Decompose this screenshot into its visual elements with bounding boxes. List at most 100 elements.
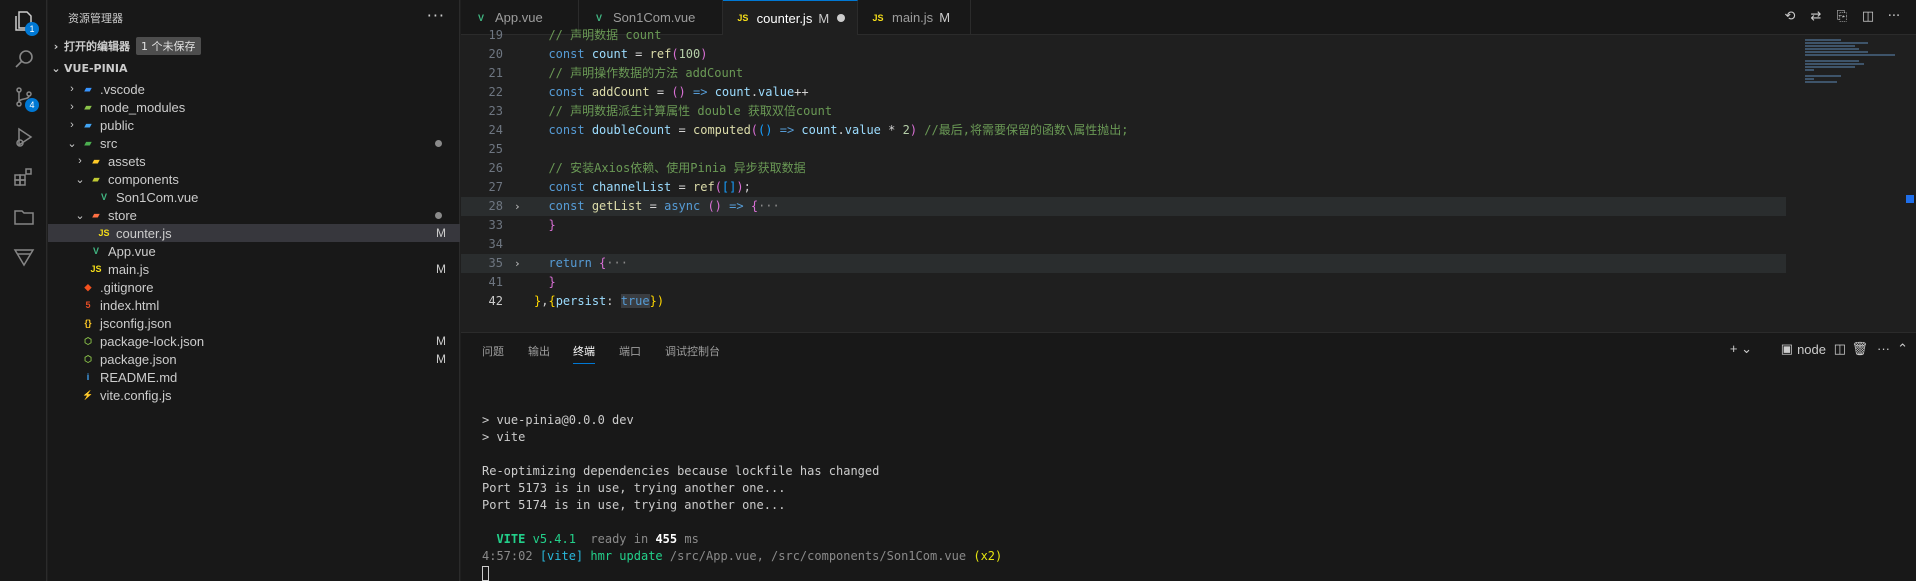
tab-label: App.vue (495, 10, 543, 25)
explorer-title: 资源管理器 (68, 12, 123, 25)
maximize-panel-icon[interactable]: ⌃ (1897, 341, 1908, 357)
code-text: },{persist: true}) (534, 294, 665, 308)
code-line[interactable]: 20 const count = ref(100) (461, 45, 1786, 64)
minimap-line (1805, 45, 1855, 47)
tree-item[interactable]: {} jsconfig.json (48, 314, 460, 332)
fold-chevron-icon[interactable]: › (514, 197, 521, 216)
tree-item[interactable]: ⌄ ▰ components (48, 170, 460, 188)
more-actions-icon[interactable]: ··· (427, 6, 445, 25)
panel-tab[interactable]: 输出 (528, 343, 550, 359)
code-line[interactable]: 35 › return {··· (461, 254, 1786, 273)
code-line[interactable]: 22 const addCount = () => count.value++ (461, 83, 1786, 102)
file-type-icon: JS (90, 264, 102, 274)
code-line[interactable]: 26 // 安装Axios依赖、使用Pinia 异步获取数据 (461, 159, 1786, 178)
code-text: // 声明数据派生计算属性 double 获取双倍count (548, 104, 833, 118)
tree-item[interactable]: i README.md (48, 368, 460, 386)
tree-item[interactable]: ⌄ ▰ store (48, 206, 460, 224)
search-icon[interactable] (0, 38, 47, 80)
tree-item[interactable]: V App.vue (48, 242, 460, 260)
code-line[interactable]: 27 const channelList = ref([]); (461, 178, 1786, 197)
git-status-badge: M (436, 352, 446, 366)
more-actions-icon[interactable]: ··· (1886, 9, 1902, 25)
extensions-icon[interactable] (0, 156, 47, 198)
split-editor-icon[interactable]: ◫ (1860, 9, 1876, 25)
terminal-line: Port 5174 is in use, trying another one.… (482, 498, 786, 512)
notification-badge: 1 (25, 22, 39, 36)
vite-icon[interactable] (0, 236, 47, 278)
fold-chevron-icon[interactable]: › (514, 254, 521, 273)
code-text: const doubleCount = computed(() => count… (548, 123, 1129, 137)
tree-item[interactable]: ⬡ package-lock.json M (48, 332, 460, 350)
terminal-line: > vite (482, 430, 526, 444)
code-line[interactable]: 23 // 声明数据派生计算属性 double 获取双倍count (461, 102, 1786, 121)
tree-item[interactable]: ⌄ ▰ src (48, 134, 460, 152)
trash-icon[interactable]: 🗑 (1851, 341, 1868, 357)
code-text: // 声明操作数据的方法 addCount (548, 66, 744, 80)
file-type-icon: V (595, 12, 602, 23)
tree-item[interactable]: ◆ .gitignore (48, 278, 460, 296)
line-number: 23 (488, 104, 503, 118)
tree-item[interactable]: JS counter.js M (48, 224, 460, 242)
unsaved-dot[interactable] (837, 14, 845, 22)
compare-changes-icon[interactable]: ⇄ (1808, 9, 1824, 25)
terminal-selector[interactable]: ▣ node (1781, 341, 1826, 357)
tree-item[interactable]: ⬡ package.json M (48, 350, 460, 368)
panel-tab[interactable]: 端口 (619, 343, 641, 359)
code-line[interactable]: 19 // 声明数据 count (461, 26, 1786, 45)
tree-item[interactable]: › ▰ public (48, 116, 460, 134)
tree-item-label: App.vue (108, 243, 156, 259)
terminal-output[interactable]: > vue-pinia@0.0.0 dev > vite Re-optimizin… (482, 395, 1002, 581)
terminal-line: VITE v5.4.1 ready in 455 ms (496, 532, 699, 546)
tree-item[interactable]: V Son1Com.vue (48, 188, 460, 206)
editor-actions: ⟲ ⇄ ⎘ ◫ ··· (1782, 9, 1902, 25)
open-changes-icon[interactable]: ⎘ (1834, 9, 1850, 25)
chevron-down-icon: ⌄ (75, 173, 85, 186)
files-icon[interactable]: 1 (0, 0, 47, 42)
panel-tab[interactable]: 调试控制台 (665, 343, 720, 359)
file-type-icon: ▰ (92, 156, 100, 166)
line-number: 26 (488, 161, 503, 175)
project-name: VUE-PINIA (64, 61, 128, 75)
tree-item[interactable]: ⚡ vite.config.js (48, 386, 460, 404)
more-actions-icon[interactable]: ··· (1877, 341, 1890, 356)
code-line[interactable]: 24 const doubleCount = computed(() => co… (461, 121, 1786, 140)
modified-dot (435, 211, 442, 219)
code-editor[interactable]: 19 // 声明数据 count 20 const count = ref(100… (461, 28, 1916, 331)
tree-item[interactable]: JS main.js M (48, 260, 460, 278)
minimap-line (1805, 60, 1859, 62)
folder-icon[interactable] (0, 196, 47, 238)
chevron-right-icon: › (70, 119, 74, 131)
minimap[interactable] (1791, 35, 1916, 331)
run-debug-icon[interactable] (0, 116, 47, 158)
file-type-icon: JS (737, 13, 749, 23)
timeline-icon[interactable]: ⟲ (1782, 9, 1798, 25)
code-line[interactable]: 21 // 声明操作数据的方法 addCount (461, 64, 1786, 83)
modified-indicator: M (939, 10, 951, 25)
code-line[interactable]: 41 } (461, 273, 1786, 292)
new-terminal-icon[interactable]: + ⌄ (1730, 341, 1752, 357)
tree-item[interactable]: › ▰ node_modules (48, 98, 460, 116)
file-type-icon: V (92, 246, 99, 256)
git-status-badge: M (436, 334, 446, 348)
code-line[interactable]: 42},{persist: true}) (461, 292, 1786, 311)
tree-item-label: .vscode (100, 81, 145, 97)
tree-item[interactable]: 5 index.html (48, 296, 460, 314)
open-editors-section[interactable]: › 打开的编辑器 1 个未保存 (48, 35, 459, 57)
code-line[interactable]: 33 } (461, 216, 1786, 235)
code-line[interactable]: 34 (461, 235, 1786, 254)
code-text: // 声明数据 count (548, 28, 662, 42)
bottom-panel: + ⌄ ▣ node ◫ 🗑 ··· ⌃ ✕ > vue-pinia@0.0.0… (461, 332, 1916, 581)
code-line[interactable]: 25 (461, 140, 1786, 159)
tree-item[interactable]: › ▰ assets (48, 152, 460, 170)
project-section[interactable]: ⌄ VUE-PINIA (48, 57, 459, 79)
code-line[interactable]: 28 › const getList = async () => {··· (461, 197, 1786, 216)
tree-item-label: jsconfig.json (100, 315, 172, 331)
tree-item[interactable]: › ▰ .vscode (48, 80, 460, 98)
terminal-name: node (1797, 341, 1826, 357)
panel-tab[interactable]: 问题 (482, 343, 504, 359)
split-terminal-icon[interactable]: ◫ (1834, 341, 1846, 357)
panel-tab[interactable]: 终端 (573, 343, 595, 364)
source-control-icon[interactable]: 4 (0, 76, 47, 118)
